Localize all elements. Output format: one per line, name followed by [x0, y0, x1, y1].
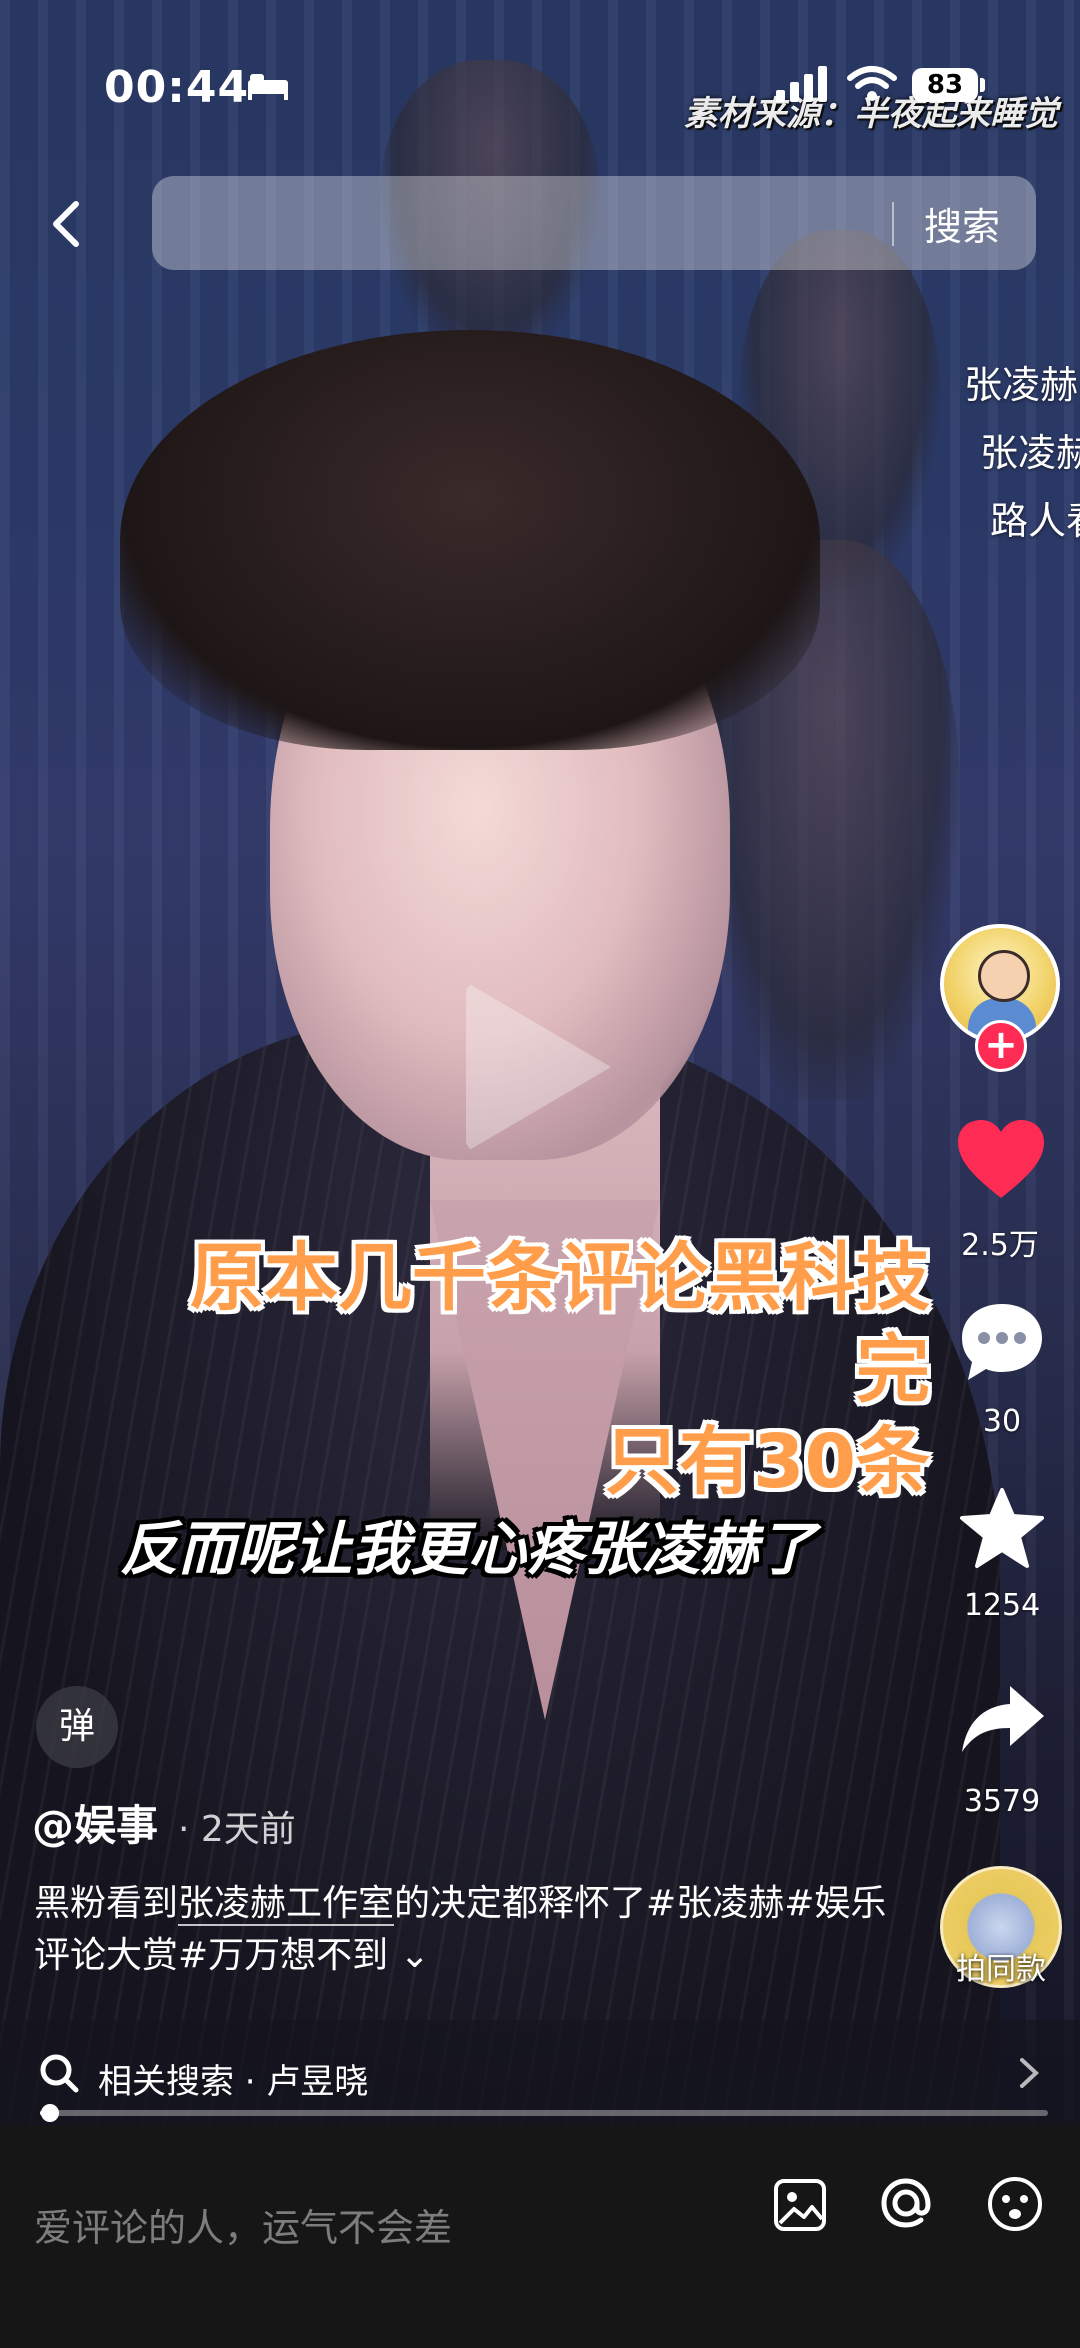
author-name[interactable]: @娱事 [32, 1792, 158, 1853]
search-bar[interactable]: 搜索 [152, 176, 1036, 270]
comment-count: 30 [982, 1404, 1022, 1439]
video-caption-white: 反而呢让我更心疼张凌赫了 [120, 1515, 817, 1583]
related-search-label: 相关搜索 · 卢昱晓 [98, 2062, 369, 2102]
favorite-count: 1254 [963, 1588, 1041, 1623]
chevron-right-icon [1020, 2058, 1039, 2088]
caption-line: 只有30条 [605, 1419, 930, 1505]
progress-knob[interactable] [41, 2104, 59, 2122]
expand-chevron-icon[interactable]: ⌄ [400, 1935, 430, 1976]
video-player[interactable] [0, 0, 1080, 2125]
comment-input[interactable]: 爱评论的人，运气不会差 [34, 2197, 452, 2252]
search-divider [892, 202, 894, 246]
avatar-head [978, 950, 1030, 1002]
progress-track[interactable] [40, 2110, 1048, 2116]
back-button[interactable] [40, 196, 96, 252]
favorite-icon[interactable] [958, 1486, 1046, 1570]
overlay-text: 张凌赫 [964, 363, 1079, 407]
post-description[interactable]: 黑粉看到张凌赫工作室的决定都释怀了#张凌赫#娱乐评论大赏#万万想不到 ⌄ [34, 1878, 894, 1982]
battery-tip [980, 78, 985, 92]
status-time: 00:44 [104, 62, 250, 113]
danmaku-toggle[interactable]: 弹 [36, 1686, 118, 1768]
caption-line: 原本几千条评论黑科技完 [190, 1235, 930, 1413]
post-time: · 2天前 [178, 1809, 296, 1850]
sleep-mode-icon [248, 74, 288, 100]
comment-bar[interactable]: 爱评论的人，运气不会差 [0, 2125, 1080, 2348]
signal-icon [776, 66, 827, 102]
emoji-icon[interactable] [986, 2175, 1044, 2233]
follow-button[interactable]: + [975, 1020, 1027, 1072]
overlay-text: 张凌赫 [980, 431, 1080, 475]
comment-icon[interactable] [958, 1300, 1046, 1384]
overlay-text: 路人看 [990, 499, 1080, 543]
video-caption-orange: 原本几千条评论黑科技完 只有30条 [130, 1232, 930, 1508]
search-button[interactable]: 搜索 [924, 196, 1000, 251]
make-same-button[interactable]: 拍同款 [938, 1944, 1064, 1988]
battery-icon: 83 [912, 68, 978, 102]
search-icon [40, 2054, 79, 2093]
share-icon[interactable] [960, 1684, 1046, 1754]
mention-icon[interactable] [876, 2173, 936, 2233]
wifi-icon [847, 66, 897, 101]
like-count: 2.5万 [961, 1228, 1039, 1263]
subject-hair [120, 330, 820, 750]
image-icon[interactable] [772, 2177, 828, 2233]
like-icon[interactable] [956, 1118, 1046, 1200]
play-icon[interactable] [466, 982, 611, 1152]
description-text: 黑粉看到 [34, 1883, 179, 1924]
share-count: 3579 [963, 1784, 1041, 1819]
studio-link[interactable]: 张凌赫工作室 [178, 1883, 395, 1926]
